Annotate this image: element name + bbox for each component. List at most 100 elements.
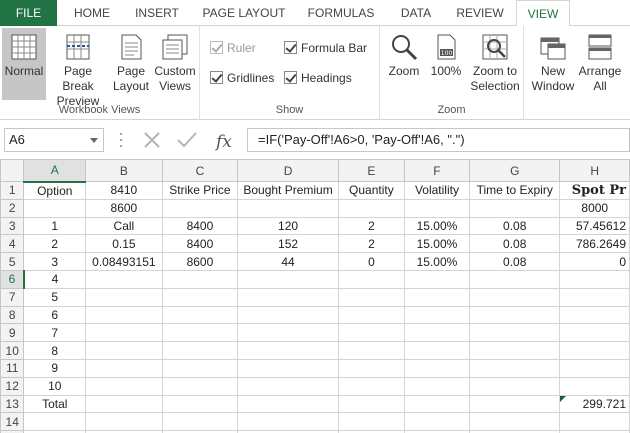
cell-a1[interactable]: Option xyxy=(23,181,87,200)
cell-f6[interactable] xyxy=(403,269,470,289)
cell-e13[interactable] xyxy=(337,394,405,414)
cell-c3[interactable]: 8400 xyxy=(161,216,239,236)
cell-g11[interactable] xyxy=(468,358,561,378)
cell-f13[interactable] xyxy=(403,394,470,414)
row-header[interactable]: 14 xyxy=(0,412,25,432)
cell-d8[interactable] xyxy=(237,305,339,325)
cell-h3[interactable]: 57.45612 xyxy=(559,216,630,236)
cell-b7[interactable] xyxy=(85,287,163,307)
cell-e8[interactable] xyxy=(337,305,405,325)
column-header[interactable]: D xyxy=(237,159,339,182)
headings-checkbox[interactable]: Headings xyxy=(284,70,352,86)
cell-c6[interactable] xyxy=(161,269,239,289)
cell-h14[interactable] xyxy=(559,412,630,432)
cell-g5[interactable]: 0.08 xyxy=(468,252,561,271)
chevron-down-icon[interactable] xyxy=(90,138,98,143)
ruler-checkbox[interactable]: Ruler xyxy=(210,40,256,56)
cell-b14[interactable] xyxy=(85,412,163,432)
cell-c14[interactable] xyxy=(161,412,239,432)
tab-review[interactable]: REVIEW xyxy=(448,0,512,26)
cell-d1[interactable]: Bought Premium xyxy=(237,181,339,200)
cell-b5[interactable]: 0.08493151 xyxy=(85,252,163,271)
cell-g7[interactable] xyxy=(468,287,561,307)
cell-c9[interactable] xyxy=(161,323,239,343)
cell-c10[interactable] xyxy=(161,341,239,360)
enter-check-icon[interactable] xyxy=(177,132,197,148)
cell-a5[interactable]: 3 xyxy=(23,252,87,271)
cell-g2[interactable] xyxy=(468,198,561,218)
cell-c7[interactable] xyxy=(161,287,239,307)
cell-f11[interactable] xyxy=(403,358,470,378)
tab-file[interactable]: FILE xyxy=(0,0,57,26)
cell-g10[interactable] xyxy=(468,341,561,360)
cell-d10[interactable] xyxy=(237,341,339,360)
cell-b10[interactable] xyxy=(85,341,163,360)
cell-e7[interactable] xyxy=(337,287,405,307)
cell-a13[interactable]: Total xyxy=(23,394,87,414)
cell-a8[interactable]: 6 xyxy=(23,305,87,325)
cell-d7[interactable] xyxy=(237,287,339,307)
cell-d11[interactable] xyxy=(237,358,339,378)
cell-c5[interactable]: 8600 xyxy=(161,252,239,271)
column-header[interactable]: E xyxy=(337,159,405,182)
row-header[interactable]: 11 xyxy=(0,358,25,378)
row-header[interactable]: 9 xyxy=(0,323,25,343)
row-header[interactable]: 13 xyxy=(0,394,25,414)
cell-f1[interactable]: Volatility xyxy=(403,181,470,200)
cell-e14[interactable] xyxy=(337,412,405,432)
cell-g9[interactable] xyxy=(468,323,561,343)
select-all-corner[interactable] xyxy=(0,159,25,182)
cell-e6[interactable] xyxy=(337,269,405,289)
cell-c2[interactable] xyxy=(161,198,239,218)
cell-b4[interactable]: 0.15 xyxy=(85,234,163,254)
cell-h7[interactable] xyxy=(559,287,630,307)
cell-g3[interactable]: 0.08 xyxy=(468,216,561,236)
cell-f4[interactable]: 15.00% xyxy=(403,234,470,254)
cell-e5[interactable]: 0 xyxy=(337,252,405,271)
normal-view-button[interactable]: Normal xyxy=(2,28,46,100)
tab-formulas[interactable]: FORMULAS xyxy=(300,0,382,26)
cell-b1[interactable]: 8410 xyxy=(85,181,163,200)
cell-e1[interactable]: Quantity xyxy=(337,181,405,200)
cell-g6[interactable] xyxy=(468,269,561,289)
cell-a9[interactable]: 7 xyxy=(23,323,87,343)
cell-c11[interactable] xyxy=(161,358,239,378)
cell-d9[interactable] xyxy=(237,323,339,343)
cell-a4[interactable]: 2 xyxy=(23,234,87,254)
column-header[interactable]: C xyxy=(161,159,239,182)
row-header[interactable]: 5 xyxy=(0,252,25,271)
cell-e2[interactable] xyxy=(337,198,405,218)
cell-h1[interactable]: Spot Pr xyxy=(559,181,630,200)
cell-h11[interactable] xyxy=(559,358,630,378)
formula-input[interactable]: =IF('Pay-Off'!A6>0, 'Pay-Off'!A6, ".") xyxy=(247,128,630,152)
cell-a12[interactable]: 10 xyxy=(23,376,87,396)
cell-d6[interactable] xyxy=(237,269,339,289)
tab-data[interactable]: DATA xyxy=(388,0,444,26)
cell-f10[interactable] xyxy=(403,341,470,360)
cell-d14[interactable] xyxy=(237,412,339,432)
cell-f12[interactable] xyxy=(403,376,470,396)
cell-c8[interactable] xyxy=(161,305,239,325)
cell-e3[interactable]: 2 xyxy=(337,216,405,236)
tab-view[interactable]: VIEW xyxy=(516,0,570,27)
cell-b11[interactable] xyxy=(85,358,163,378)
cell-d3[interactable]: 120 xyxy=(237,216,339,236)
cell-a10[interactable]: 8 xyxy=(23,341,87,360)
cell-b6[interactable] xyxy=(85,269,163,289)
name-box[interactable]: A6 xyxy=(4,128,104,152)
tab-insert[interactable]: INSERT xyxy=(124,0,190,26)
arrange-all-button[interactable]: Arrange All xyxy=(578,28,622,100)
cell-d13[interactable] xyxy=(237,394,339,414)
cell-h2[interactable]: 8000 xyxy=(559,198,630,218)
cell-e9[interactable] xyxy=(337,323,405,343)
cell-b8[interactable] xyxy=(85,305,163,325)
cell-c4[interactable]: 8400 xyxy=(161,234,239,254)
custom-views-button[interactable]: Custom Views xyxy=(152,28,198,100)
row-header[interactable]: 10 xyxy=(0,341,25,360)
column-header[interactable]: A xyxy=(23,159,87,183)
cell-g12[interactable] xyxy=(468,376,561,396)
cell-g13[interactable] xyxy=(468,394,561,414)
column-header[interactable]: H xyxy=(559,159,630,182)
cell-d12[interactable] xyxy=(237,376,339,396)
cell-f5[interactable]: 15.00% xyxy=(403,252,470,271)
